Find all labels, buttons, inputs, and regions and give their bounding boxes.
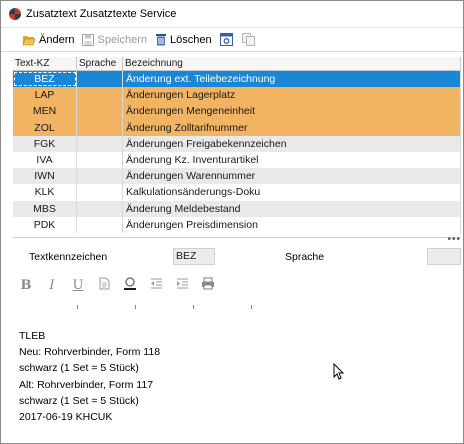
cell-bezeichnung: Änderung ext. Teilebezeichnung — [123, 71, 461, 88]
service-window: Zusatztext Zusatztexte Service Ändern Sp… — [0, 0, 464, 444]
cell-sprache — [77, 168, 123, 185]
bold-icon[interactable]: B — [19, 278, 33, 293]
cell-sprache — [77, 119, 123, 136]
cell-sprache — [77, 87, 123, 104]
cell-text-kz: IVA — [13, 151, 77, 169]
edit-button-label: Ändern — [39, 33, 75, 46]
splitter[interactable]: ••• — [13, 234, 461, 245]
indent-decrease-icon[interactable] — [149, 278, 163, 293]
cell-text-kz: FGK — [13, 135, 77, 152]
settings-window-icon — [220, 33, 234, 46]
copy-icon — [242, 33, 256, 46]
document-icon[interactable] — [97, 277, 111, 294]
edit-button[interactable]: Ändern — [19, 30, 77, 50]
editor-line: TLEB — [19, 330, 46, 342]
cell-text-kz: MBS — [13, 200, 77, 217]
cell-bezeichnung: Änderungen Freigabekennzeichen — [123, 135, 461, 152]
delete-button[interactable]: Löschen — [152, 30, 215, 50]
table-row[interactable]: KLK Kalkulationsänderungs-Doku — [13, 184, 461, 201]
cell-sprache — [77, 184, 123, 201]
cell-bezeichnung: Änderung Kz. Inventurartikel — [123, 151, 461, 169]
folder-open-icon — [22, 35, 36, 45]
window-title: Zusatztext Zusatztexte Service — [26, 8, 177, 20]
cell-sprache — [77, 216, 123, 233]
print-icon[interactable] — [201, 277, 215, 294]
table-row[interactable]: PDK Änderungen Preisdimension — [13, 216, 461, 233]
settings-button[interactable] — [217, 30, 237, 50]
cell-text-kz: KLK — [13, 184, 77, 201]
cell-text-kz: MEN — [13, 103, 77, 120]
form-row: Textkennzeichen BEZ Sprache — [1, 248, 464, 268]
cell-bezeichnung: Änderung Zolltarifnummer — [123, 119, 461, 136]
underline-icon[interactable]: U — [71, 278, 85, 293]
cell-sprache — [77, 151, 123, 169]
cell-text-kz: IWN — [13, 168, 77, 185]
table-row[interactable]: ZOL Änderung Zolltarifnummer — [13, 119, 461, 136]
toolbar: Ändern Speichern Löschen — [1, 28, 463, 52]
table-row[interactable]: MBS Änderung Meldebestand — [13, 200, 461, 217]
cell-text-kz: ZOL — [13, 119, 77, 136]
cell-text-kz: BEZ — [13, 71, 77, 88]
text-color-icon[interactable] — [123, 276, 137, 294]
cell-sprache — [77, 200, 123, 217]
column-header-text-kz[interactable]: Text-KZ — [13, 57, 77, 70]
italic-icon[interactable]: I — [45, 278, 59, 293]
cell-text-kz: PDK — [13, 216, 77, 233]
splitter-handle-icon[interactable]: ••• — [447, 234, 461, 245]
mouse-cursor-icon — [333, 363, 345, 380]
floppy-disk-icon — [82, 33, 95, 46]
ruler — [19, 305, 319, 311]
copy-button[interactable] — [239, 30, 259, 50]
trash-icon — [156, 34, 167, 46]
delete-button-label: Löschen — [170, 33, 212, 46]
cell-bezeichnung: Änderungen Preisdimension — [123, 216, 461, 233]
table-row[interactable]: MEN Änderungen Mengeneinheit — [13, 103, 461, 120]
cell-bezeichnung: Änderungen Warennummer — [123, 168, 461, 185]
cell-bezeichnung: Änderung Meldebestand — [123, 200, 461, 217]
editor-line: Alt: Rohrverbinder, Form 117 — [19, 378, 154, 391]
table-row[interactable]: FGK Änderungen Freigabekennzeichen — [13, 135, 461, 152]
table-row[interactable]: IVA Änderung Kz. Inventurartikel — [13, 151, 461, 169]
textkennzeichen-field[interactable]: BEZ — [173, 248, 215, 265]
editor-line: Neu: Rohrverbinder, Form 118 — [19, 346, 161, 359]
editor-toolbar: B I U — [19, 277, 215, 293]
text-grid: Text-KZ Sprache Bezeichnung BEZ Änderung … — [13, 57, 461, 233]
indent-increase-icon[interactable] — [175, 278, 189, 293]
cell-sprache — [77, 135, 123, 152]
sprache-label: Sprache — [285, 251, 325, 263]
table-row[interactable]: BEZ Änderung ext. Teilebezeichnung — [13, 71, 461, 88]
grid-header: Text-KZ Sprache Bezeichnung — [13, 57, 461, 71]
cell-text-kz: LAP — [13, 87, 77, 104]
save-button[interactable]: Speichern — [79, 30, 150, 50]
title-bar: Zusatztext Zusatztexte Service — [1, 1, 463, 28]
cell-sprache — [77, 103, 123, 120]
cell-bezeichnung: Änderungen Mengeneinheit — [123, 103, 461, 120]
cell-bezeichnung: Kalkulationsänderungs-Doku — [123, 184, 461, 201]
textkennzeichen-label: Textkennzeichen — [29, 251, 108, 263]
text-editor[interactable]: TLEB Neu: Rohrverbinder, Form 118 schwarz … — [19, 328, 160, 425]
app-logo-icon — [9, 8, 21, 20]
table-row[interactable]: LAP Änderungen Lagerplatz — [13, 87, 461, 104]
column-header-sprache[interactable]: Sprache — [77, 57, 123, 70]
grid-body: BEZ Änderung ext. Teilebezeichnung LAP Ände… — [13, 71, 461, 233]
save-button-label: Speichern — [97, 33, 148, 46]
editor-line: schwarz (1 Set = 5 Stück) — [19, 362, 139, 375]
cell-sprache — [77, 71, 123, 88]
column-header-bezeichnung[interactable]: Bezeichnung — [123, 57, 461, 70]
editor-line: 2017-06-19 KHCUK — [19, 411, 113, 424]
table-row[interactable]: IWN Änderungen Warennummer — [13, 168, 461, 185]
cell-bezeichnung: Änderungen Lagerplatz — [123, 87, 461, 104]
editor-line: schwarz (1 Set = 5 Stück) — [19, 394, 139, 407]
sprache-field[interactable] — [427, 248, 461, 265]
